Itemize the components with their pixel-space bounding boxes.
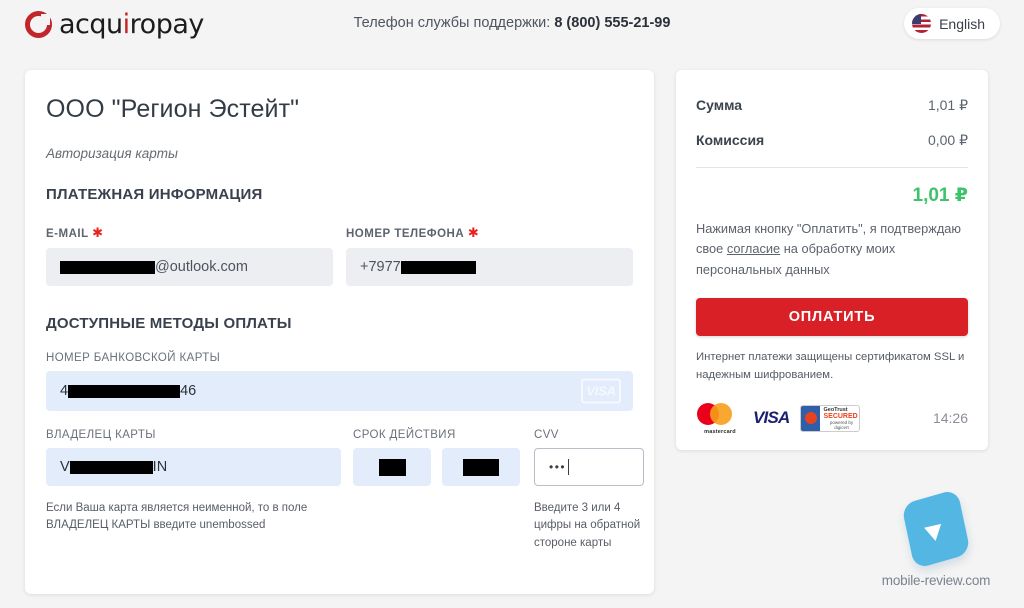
cursor-arrow-shape	[923, 517, 947, 542]
email-value-suffix: @outlook.com	[155, 259, 248, 275]
payment-info-heading: ПЛАТЕЖНАЯ ИНФОРМАЦИЯ	[46, 186, 263, 203]
cvv-value: •••	[549, 460, 567, 474]
required-asterisk-icon: ✱	[467, 225, 480, 240]
geotrust-secured-icon: GeoTrust SECURED powered by digicert	[800, 404, 861, 432]
language-switcher-button[interactable]: English	[904, 8, 1000, 39]
expiry-year-input[interactable]	[442, 448, 520, 486]
required-asterisk-icon: ✱	[92, 225, 104, 240]
redaction-bar	[69, 460, 153, 474]
phone-value-prefix: +7977	[360, 259, 401, 275]
card-holder-prefix: V	[60, 459, 70, 475]
redaction-bar	[378, 458, 406, 476]
amount-row: Сумма 1,01 ₽	[696, 88, 968, 123]
mastercard-label: mastercard	[704, 429, 736, 436]
expiry-label: СРОК ДЕЙСТВИЯ	[353, 429, 456, 441]
cvv-label: CVV	[534, 429, 559, 441]
consent-text: Нажимая кнопку "Оплатить", я подтверждаю…	[696, 211, 968, 280]
phone-field-label: НОМЕР ТЕЛЕФОНА ✱	[346, 225, 480, 240]
geotrust-swirl-icon	[804, 412, 817, 425]
amount-label: Сумма	[696, 97, 743, 113]
card-number-suffix: 46	[180, 383, 197, 399]
support-phone-line: Телефон службы поддержки: 8 (800) 555-21…	[0, 0, 1024, 47]
card-holder-suffix: IN	[152, 459, 168, 475]
fee-row: Комиссия 0,00 ₽	[696, 123, 968, 158]
email-input[interactable]: @outlook.com	[46, 248, 333, 286]
merchant-name: ООО "Регион Эстейт"	[46, 95, 300, 123]
amount-value: 1,01 ₽	[927, 97, 968, 113]
card-holder-label: ВЛАДЕЛЕЦ КАРТЫ	[46, 429, 156, 441]
language-switcher-label: English	[939, 15, 985, 32]
geotrust-text: GeoTrust SECURED powered by digicert	[820, 406, 859, 431]
pay-button[interactable]: ОПЛАТИТЬ	[696, 298, 968, 337]
mastercard-yellow-circle	[710, 403, 732, 426]
watermark-text: mobile-review.com	[881, 573, 991, 588]
payment-methods-heading: ДОСТУПНЫЕ МЕТОДЫ ОПЛАТЫ	[46, 315, 292, 332]
text-cursor	[568, 459, 570, 475]
redaction-bar	[400, 260, 476, 274]
visa-brand-icon: VISA	[581, 378, 621, 404]
consent-link[interactable]: согласие	[727, 241, 780, 256]
total-amount: 1,01 ₽	[912, 185, 968, 206]
support-phone-label: Телефон службы поддержки:	[353, 15, 551, 31]
order-summary-card: Сумма 1,01 ₽ Комиссия 0,00 ₽ 1,01 ₽ Нажи…	[676, 70, 988, 450]
ssl-note: Интернет платежи защищены сертификатом S…	[696, 351, 965, 381]
redaction-bar	[68, 384, 181, 398]
card-holder-input[interactable]: V IN	[46, 448, 341, 486]
payment-page: acquiropay Телефон службы поддержки: 8 (…	[0, 0, 1024, 608]
expiry-month-input[interactable]	[353, 448, 431, 486]
fee-value: 0,00 ₽	[927, 132, 968, 148]
session-timer: 14:26	[932, 410, 968, 427]
support-phone-number: 8 (800) 555-21-99	[554, 15, 671, 31]
mastercard-icon: mastercard	[696, 401, 744, 435]
authorization-note: Авторизация карты	[46, 146, 178, 161]
card-number-input[interactable]: 4 46 VISA	[46, 371, 633, 411]
cvv-input[interactable]: •••	[534, 448, 644, 486]
site-watermark: mobile-review.com	[872, 488, 1000, 588]
us-flag-icon	[912, 14, 932, 33]
fee-label: Комиссия	[696, 132, 765, 148]
card-holder-helper-text: Если Ваша карта является неименной, то в…	[46, 502, 308, 532]
phone-input[interactable]: +7977	[346, 248, 633, 286]
security-badges: mastercard VISA GeoTrust SECURED powered…	[696, 400, 968, 436]
payment-form-card: ООО "Регион Эстейт" Авторизация карты ПЛ…	[25, 70, 654, 594]
card-number-prefix: 4	[60, 383, 69, 399]
redaction-bar	[463, 458, 499, 476]
geotrust-mark	[801, 405, 821, 431]
geotrust-footer: powered by digicert	[829, 420, 854, 431]
visa-icon: VISA	[753, 408, 790, 428]
redaction-bar	[60, 260, 155, 274]
cvv-helper-text: Введите 3 или 4 цифры на обратной сторон…	[534, 502, 641, 549]
geotrust-line2: SECURED	[823, 412, 858, 420]
card-number-label: НОМЕР БАНКОВСКОЙ КАРТЫ	[46, 352, 221, 364]
email-field-label: E-MAIL ✱	[46, 225, 104, 240]
cursor-arrow-tile-icon	[901, 488, 971, 570]
page-header: acquiropay Телефон службы поддержки: 8 (…	[0, 0, 1024, 47]
